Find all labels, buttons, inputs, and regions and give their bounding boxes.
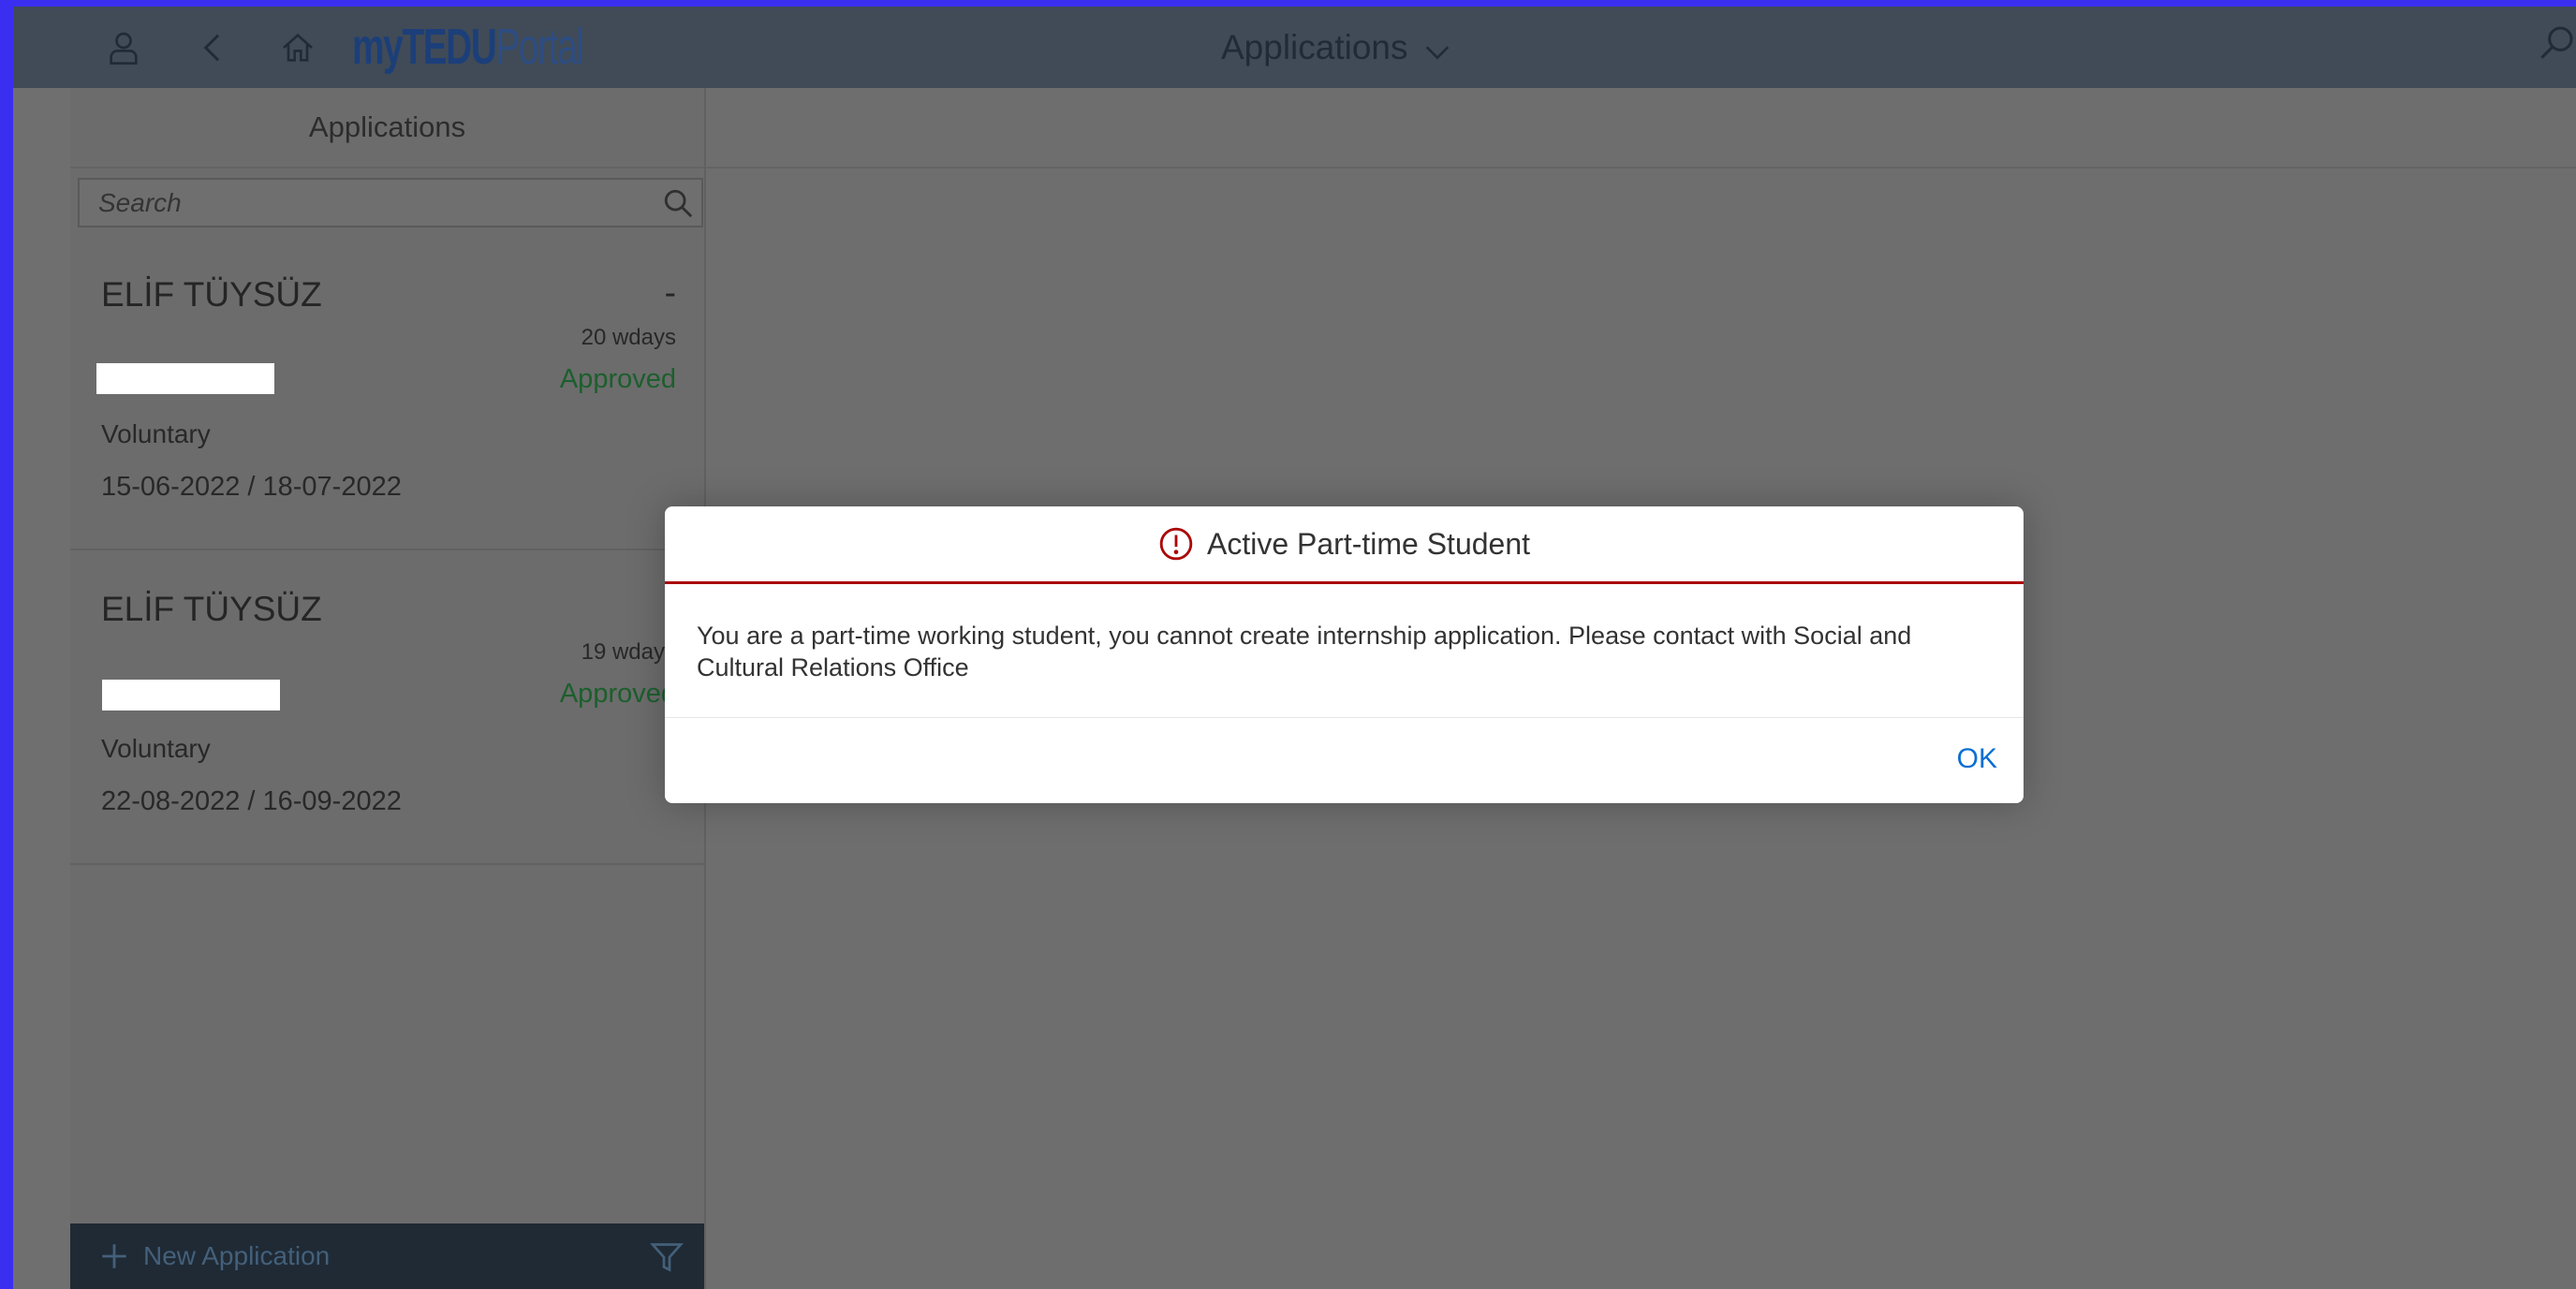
list-item[interactable]: ELİF TÜYSÜZ - 20 wdays Approved Voluntar… — [70, 236, 704, 550]
filter-icon[interactable] — [650, 1240, 684, 1274]
working-days: 19 wdays — [581, 639, 676, 665]
ok-button[interactable]: OK — [1953, 739, 2001, 780]
date-range: 15-06-2022 / 18-07-2022 — [101, 472, 402, 502]
shell-bar: myTEDUPortal Applications — [13, 7, 2576, 88]
search-input[interactable] — [80, 186, 655, 219]
dialog-title: Active Part-time Student — [1206, 526, 1531, 561]
new-application-label: New Application — [143, 1241, 331, 1270]
dialog-header: Active Part-time Student — [665, 506, 2024, 584]
search-field[interactable] — [78, 178, 703, 227]
error-dialog: Active Part-time Student You are a part-… — [665, 506, 2024, 803]
list-item[interactable]: ELİF TÜYSÜZ - 19 wdays Approved Voluntar… — [70, 550, 704, 865]
internship-type: Voluntary — [101, 734, 211, 763]
status-label: Approved — [559, 364, 676, 394]
applicant-name: ELİF TÜYSÜZ — [101, 275, 322, 314]
mytedu-portal-logo[interactable]: myTEDUPortal — [352, 14, 672, 80]
detail-header — [706, 88, 2576, 168]
master-footer: New Application — [70, 1223, 704, 1289]
home-icon[interactable] — [273, 23, 322, 72]
search-icon[interactable] — [655, 180, 701, 227]
redacted-field — [96, 363, 274, 394]
plus-icon — [102, 1244, 126, 1268]
dialog-footer: OK — [665, 718, 2024, 800]
master-pane: Applications ELİF TÜYSÜZ - 20 wdays Appr… — [70, 88, 706, 1289]
logo-text: myTEDUPortal — [352, 19, 584, 75]
search-icon[interactable] — [2539, 23, 2576, 72]
shell-title: Applications — [1221, 28, 1408, 66]
applicant-name: ELİF TÜYSÜZ — [101, 590, 322, 628]
shell-title-menu[interactable]: Applications — [1221, 23, 1453, 72]
date-range: 22-08-2022 / 16-09-2022 — [101, 786, 402, 816]
new-application-button[interactable]: New Application — [98, 1240, 330, 1272]
redacted-field — [102, 680, 280, 710]
back-icon[interactable] — [189, 23, 238, 72]
chevron-down-icon — [1425, 46, 1449, 60]
applications-list: ELİF TÜYSÜZ - 20 wdays Approved Voluntar… — [70, 236, 704, 865]
master-title: Applications — [70, 88, 704, 168]
app-screen: myTEDUPortal Applications Applications E… — [13, 7, 2576, 1289]
item-number: - — [664, 273, 676, 312]
internship-type: Voluntary — [101, 419, 211, 448]
dialog-message: You are a part-time working student, you… — [665, 584, 2024, 718]
status-label: Approved — [559, 679, 676, 709]
error-icon — [1159, 527, 1193, 561]
working-days: 20 wdays — [581, 325, 676, 350]
user-icon[interactable] — [99, 23, 148, 72]
